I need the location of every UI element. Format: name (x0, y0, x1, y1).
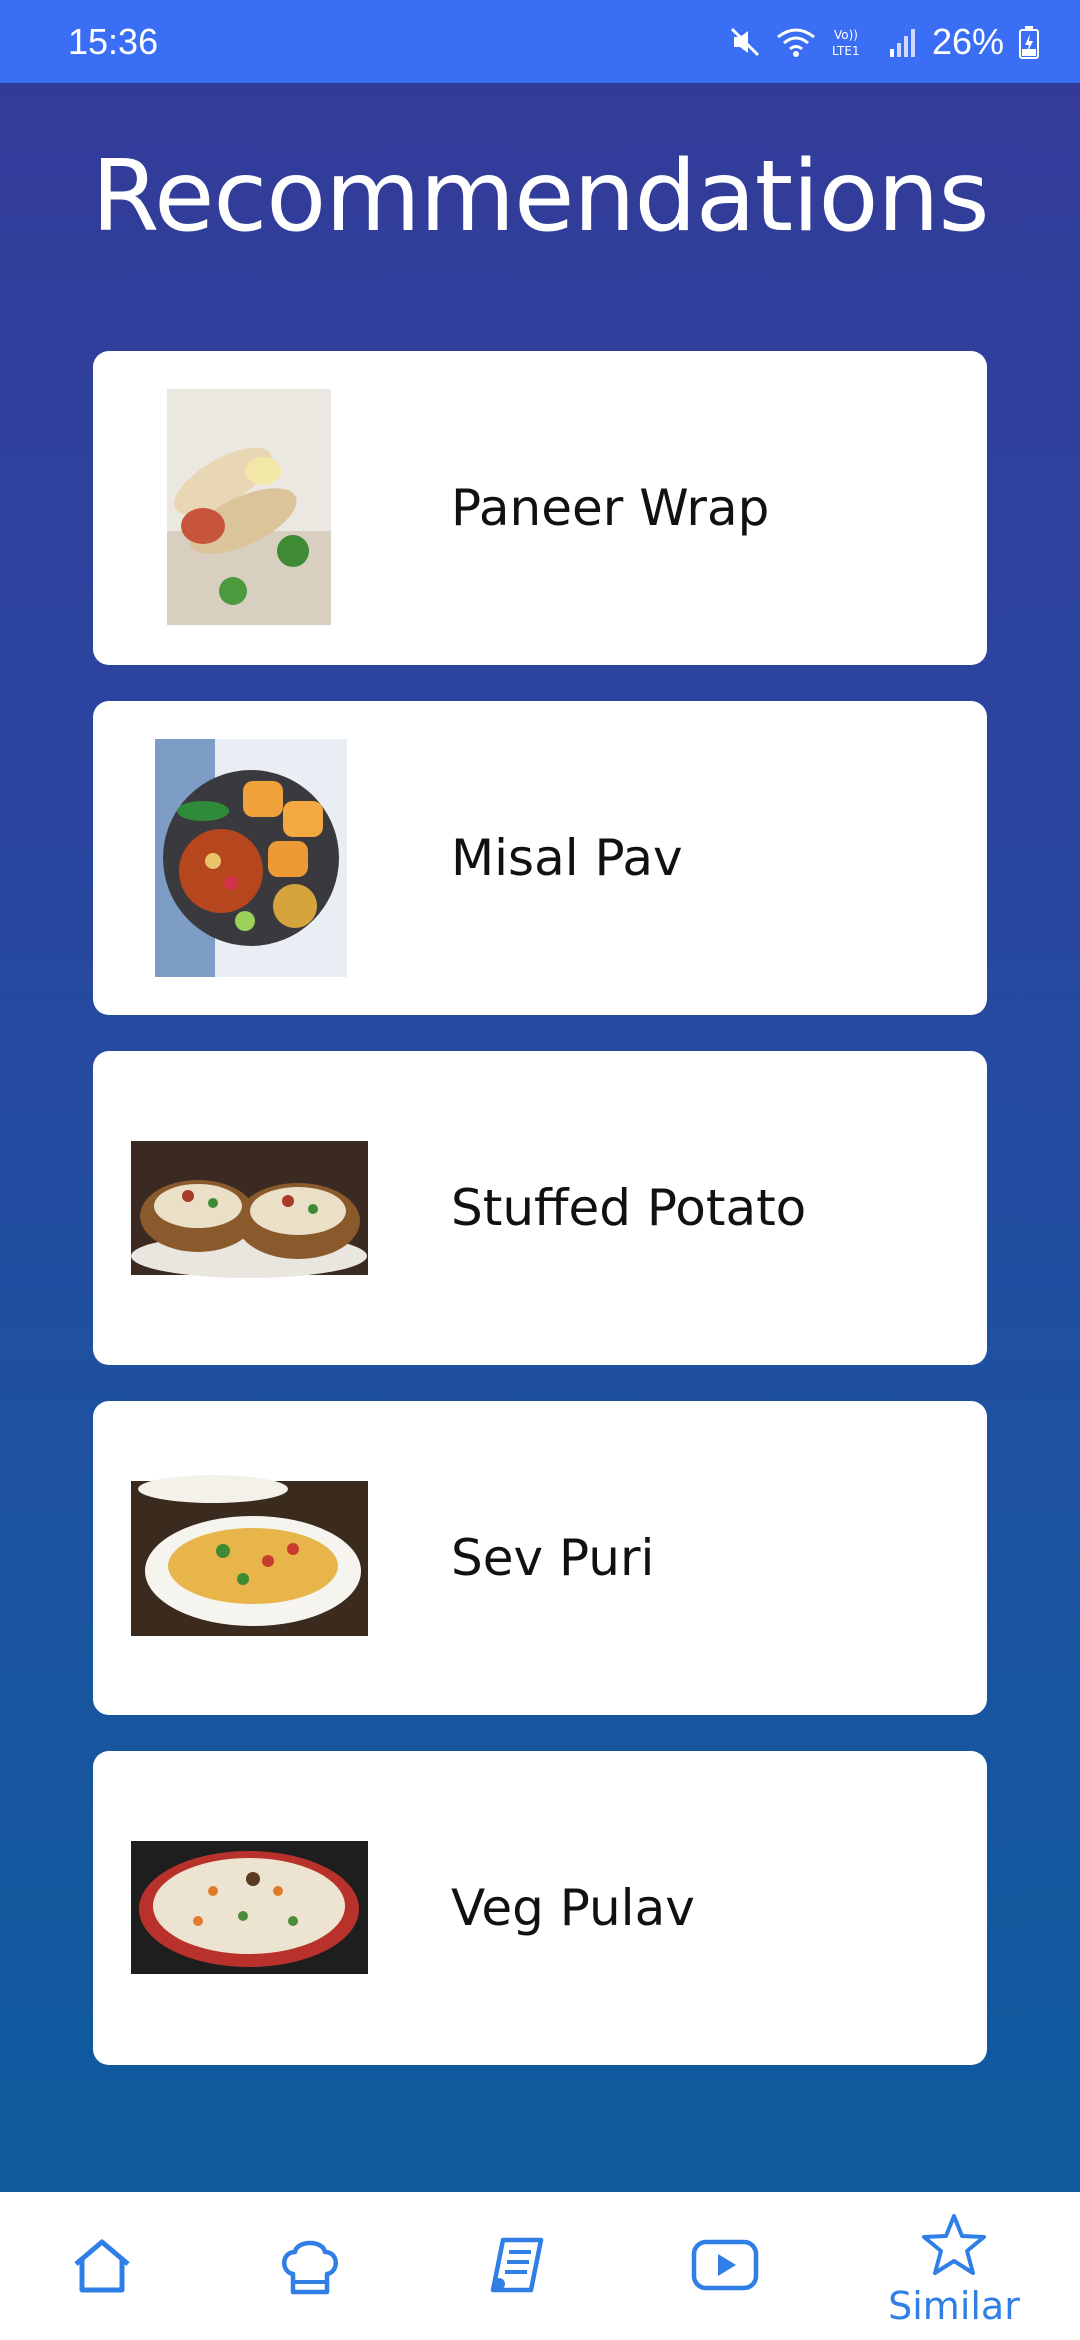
page-title: Recommendations (91, 140, 989, 254)
recommendation-card[interactable]: Misal Pav (93, 701, 987, 1015)
svg-text:Vo)): Vo)) (834, 28, 858, 42)
nav-recipes[interactable] (448, 2192, 588, 2340)
recipe-name: Sev Puri (451, 1529, 655, 1587)
nav-similar[interactable]: Similar (884, 2192, 1024, 2340)
recommendation-card[interactable]: Veg Pulav (93, 1751, 987, 2065)
signal-icon (888, 25, 918, 59)
chef-hat-icon (282, 2240, 338, 2295)
home-icon (74, 2239, 130, 2293)
mute-icon (728, 25, 762, 59)
svg-text:LTE1: LTE1 (832, 44, 860, 58)
video-play-icon (691, 2239, 759, 2291)
volte-icon: Vo)) LTE1 (830, 25, 874, 59)
recipe-name: Misal Pav (451, 829, 683, 887)
recipe-name: Veg Pulav (451, 1879, 695, 1937)
status-time: 15:36 (68, 20, 159, 62)
recommendation-card[interactable]: Stuffed Potato (93, 1051, 987, 1365)
recipe-list-icon (490, 2237, 544, 2293)
battery-icon (1018, 25, 1040, 59)
nav-home[interactable] (32, 2192, 172, 2340)
nav-similar-label: Similar (888, 2284, 1020, 2328)
recommendation-card[interactable]: Paneer Wrap (93, 351, 987, 665)
wifi-icon (776, 25, 816, 59)
recipe-name: Paneer Wrap (451, 479, 770, 537)
bottom-navigation: Similar (0, 2192, 1080, 2340)
nav-videos[interactable] (655, 2192, 795, 2340)
star-icon (922, 2214, 986, 2275)
status-icons: Vo)) LTE1 26% (728, 21, 1040, 63)
battery-percent: 26% (931, 20, 1004, 62)
nav-chef[interactable] (240, 2192, 380, 2340)
status-bar: 15:36 Vo)) LTE1 26% (0, 0, 1080, 83)
recommendation-card[interactable]: Sev Puri (93, 1401, 987, 1715)
recipe-name: Stuffed Potato (451, 1179, 807, 1237)
